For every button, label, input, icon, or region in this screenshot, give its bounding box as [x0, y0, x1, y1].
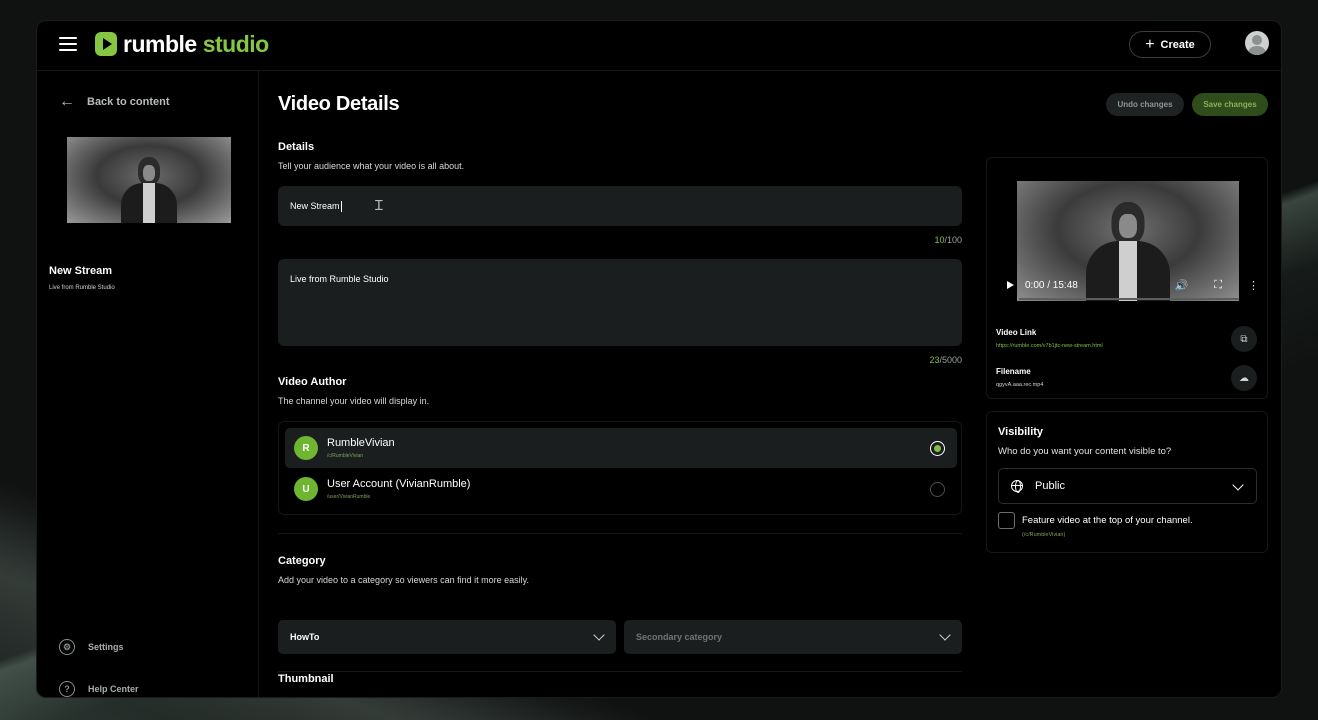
top-header: rumble studio + Create	[37, 21, 1281, 71]
play-icon[interactable]	[1007, 281, 1014, 289]
chevron-down-icon	[593, 629, 605, 641]
avatar: R	[294, 436, 318, 460]
visibility-select[interactable]: Public	[998, 468, 1257, 504]
divider	[278, 671, 962, 672]
video-controls: 0:00 / 15:48 🔊 ⛶ ⋮	[997, 272, 1259, 298]
author-option-rumblevivian[interactable]: R RumbleVivian /c/RumbleVivian	[285, 428, 957, 468]
description-value: Live from Rumble Studio	[290, 274, 389, 284]
chevron-down-icon	[1232, 479, 1244, 491]
sidebar-item-help-center[interactable]: ? Help Center	[59, 681, 139, 697]
plus-icon: +	[1145, 35, 1155, 53]
sidebar-video-title: New Stream	[49, 265, 112, 277]
help-icon: ?	[59, 681, 75, 697]
volume-icon[interactable]: 🔊	[1175, 279, 1189, 292]
chevron-down-icon	[939, 629, 951, 641]
help-label: Help Center	[88, 684, 139, 694]
play-logo-icon	[95, 32, 117, 56]
gear-icon: ⚙	[59, 639, 75, 655]
save-changes-button[interactable]: Save changes	[1192, 93, 1268, 116]
main-content: Video Details Undo changes Save changes …	[278, 71, 1278, 697]
divider	[278, 533, 962, 534]
back-label: Back to content	[87, 96, 170, 108]
details-description: Tell your audience what your video is al…	[278, 161, 465, 171]
video-author-heading: Video Author	[278, 376, 347, 388]
video-time: 0:00 / 15:48	[1025, 279, 1078, 291]
author-radio[interactable]	[930, 482, 945, 497]
sidebar-video-subtitle: Live from Rumble Studio	[49, 285, 115, 291]
more-icon[interactable]: ⋮	[1248, 279, 1259, 292]
author-name: RumbleVivian	[327, 437, 395, 449]
filename-label: Filename	[996, 367, 1031, 376]
back-to-content-link[interactable]: ← Back to content	[59, 93, 170, 111]
category-description: Add your video to a category so viewers …	[278, 575, 529, 585]
create-label: Create	[1160, 38, 1195, 51]
video-author-description: The channel your video will display in.	[278, 396, 430, 406]
video-link-value[interactable]: https://rumble.com/v7b1jtc-new-stream.ht…	[996, 343, 1103, 349]
page-title: Video Details	[278, 93, 400, 115]
secondary-category-placeholder: Secondary category	[636, 632, 723, 642]
visibility-heading: Visibility	[998, 426, 1044, 438]
video-thumbnail	[67, 137, 231, 223]
avatar: U	[294, 477, 318, 501]
author-name: User Account (VivianRumble)	[327, 478, 471, 490]
avatar-icon[interactable]	[1245, 31, 1269, 55]
category-heading: Category	[278, 555, 326, 567]
author-option-user-account[interactable]: U User Account (VivianRumble) /user/Vivi…	[285, 469, 957, 509]
arrow-left-icon: ←	[59, 93, 75, 110]
author-options: R RumbleVivian /c/RumbleVivian U User Ac…	[278, 421, 962, 515]
description-char-counter: 23/5000	[929, 355, 962, 365]
feature-video-channel: (/c/RumbleVivian)	[1022, 532, 1066, 538]
settings-label: Settings	[88, 642, 124, 652]
menu-icon[interactable]	[59, 37, 77, 51]
filename-value: qgyvA.aaa.rec.mp4	[996, 382, 1044, 388]
logo-word-rumble: rumble	[123, 30, 197, 57]
title-char-counter: 10/100	[934, 235, 962, 245]
title-input-value: New Stream	[290, 201, 340, 211]
visibility-description: Who do you want your content visible to?	[998, 446, 1172, 457]
primary-category-value: HowTo	[290, 632, 320, 642]
feature-video-label: Feature video at the top of your channel…	[1022, 515, 1193, 526]
primary-category-select[interactable]: HowTo	[278, 620, 616, 654]
author-handle: /c/RumbleVivian	[327, 453, 364, 459]
thumbnail-heading: Thumbnail	[278, 673, 334, 685]
app-window: rumble studio + Create ← Back to content…	[36, 20, 1282, 698]
sidebar: ← Back to content New Stream Live from R…	[37, 71, 259, 697]
copy-icon[interactable]: ⧉	[1231, 326, 1257, 352]
author-radio-selected[interactable]	[930, 441, 945, 456]
undo-changes-button[interactable]: Undo changes	[1106, 93, 1184, 116]
logo[interactable]: rumble studio	[95, 31, 269, 57]
globe-icon	[1011, 480, 1023, 493]
details-heading: Details	[278, 141, 315, 153]
author-handle: /user/VivianRumble	[327, 494, 371, 500]
text-cursor-icon: Ɪ	[375, 198, 383, 214]
download-icon[interactable]: ☁	[1231, 365, 1257, 391]
secondary-category-select[interactable]: Secondary category	[624, 620, 962, 654]
video-preview-panel: 0:00 / 15:48 🔊 ⛶ ⋮ Video Link https://ru…	[986, 157, 1268, 399]
fullscreen-icon[interactable]: ⛶	[1214, 278, 1222, 292]
description-textarea[interactable]: Live from Rumble Studio	[278, 259, 962, 346]
feature-video-checkbox[interactable]	[998, 512, 1015, 529]
sidebar-item-settings[interactable]: ⚙ Settings	[59, 639, 124, 655]
logo-word-studio: studio	[202, 30, 270, 57]
video-link-label: Video Link	[996, 328, 1037, 337]
video-progress-bar[interactable]	[1019, 298, 1239, 300]
visibility-value: Public	[1035, 480, 1065, 492]
create-button[interactable]: + Create	[1129, 31, 1211, 58]
visibility-panel: Visibility Who do you want your content …	[986, 411, 1268, 553]
